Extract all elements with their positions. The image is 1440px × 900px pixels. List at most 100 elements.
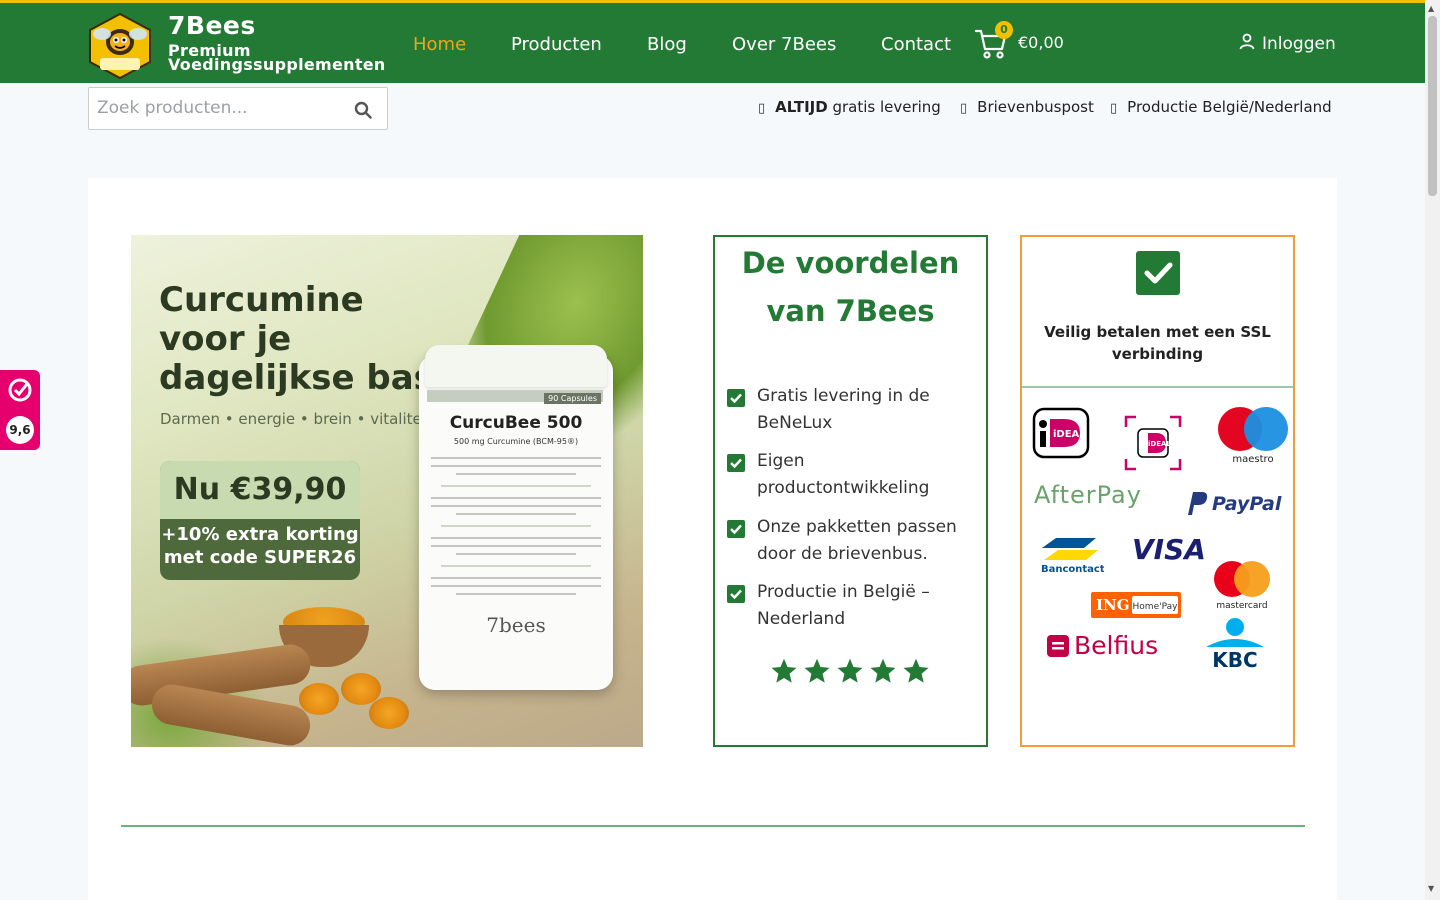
- usp-placeholder-icon: ▯: [960, 101, 968, 116]
- section-divider: [121, 825, 1305, 827]
- ing-text: ING: [1096, 596, 1130, 614]
- usp-free-delivery: ▯ ALTIJD gratis levering: [758, 98, 941, 116]
- product-bottle: 90 Capsules CurcuBee 500 500 mg Curcumin…: [419, 345, 613, 690]
- ideal-qr-text: iDEAL: [1148, 440, 1171, 448]
- nav-over-7bees[interactable]: Over 7Bees: [732, 34, 836, 55]
- promo-discount-line-1: +10% extra korting: [161, 524, 359, 545]
- mastercard-text: mastercard: [1216, 601, 1267, 611]
- nav-home[interactable]: Home: [413, 34, 466, 55]
- brand-tagline: Premium Voedingssupplementen: [168, 43, 386, 74]
- login-link[interactable]: Inloggen: [1238, 32, 1336, 55]
- scrollbar-thumb[interactable]: [1428, 16, 1437, 196]
- page-scrollbar[interactable]: ▲ ▼: [1425, 0, 1440, 900]
- rating-stars: [770, 657, 930, 689]
- usp-free-delivery-bold: ALTIJD: [775, 98, 828, 116]
- bottle-text-line: [456, 473, 576, 475]
- bottle-text-line: [456, 593, 576, 595]
- promo-banner[interactable]: Curcumine voor je dagelijkse basis Darme…: [131, 235, 643, 747]
- promo-price: Nu €39,90: [160, 461, 360, 519]
- scroll-up-icon[interactable]: ▲: [1428, 4, 1434, 13]
- checkbox-check-icon: [727, 520, 745, 538]
- bottle-text-line: [431, 537, 601, 539]
- usp-placeholder-icon: ▯: [758, 101, 766, 116]
- secure-check-icon: [1136, 251, 1180, 295]
- usp-placeholder-icon: ▯: [1110, 101, 1118, 116]
- afterpay-logo: AfterPay: [1034, 481, 1142, 509]
- ideal-logo-icon: iDEAL: [1032, 407, 1090, 463]
- bottle-text-line: [431, 497, 601, 499]
- nav-blog[interactable]: Blog: [647, 34, 687, 55]
- visa-logo: VISA: [1132, 533, 1206, 566]
- paypal-text: PayPal: [1212, 493, 1282, 515]
- usp-letterbox: ▯ Brievenbuspost: [960, 98, 1094, 116]
- promo-discount: +10% extra korting met code SUPER26: [160, 523, 360, 569]
- checkbox-check-icon: [727, 585, 745, 603]
- review-badge[interactable]: 9,6: [0, 370, 40, 450]
- bottle-text-line: [431, 577, 601, 579]
- payments-divider: [1022, 386, 1293, 388]
- belfius-icon: [1047, 634, 1069, 657]
- brand-name[interactable]: 7Bees: [168, 11, 256, 40]
- star-icon: [836, 657, 864, 689]
- nav-producten[interactable]: Producten: [511, 34, 602, 55]
- kbc-text: KBC: [1212, 648, 1257, 669]
- bottle-text-line: [431, 457, 601, 459]
- usp-letterbox-text: Brievenbuspost: [977, 98, 1094, 116]
- benefit-text: Eigen productontwikkeling: [757, 451, 930, 498]
- promo-price-box: Nu €39,90 +10% extra korting met code SU…: [160, 461, 360, 580]
- star-icon: [902, 657, 930, 689]
- promo-discount-line-2: met code SUPER26: [163, 547, 357, 568]
- bottle-text-line: [456, 553, 576, 555]
- user-icon: [1238, 32, 1256, 55]
- nav-contact[interactable]: Contact: [881, 34, 951, 55]
- kiyoh-review-icon: [6, 376, 34, 404]
- bottle-text-line: [431, 505, 601, 507]
- star-icon: [869, 657, 897, 689]
- review-score: 9,6: [6, 416, 34, 444]
- bottle-divider: [441, 525, 591, 527]
- maestro-text: maestro: [1232, 454, 1273, 465]
- ideal-text: iDEAL: [1053, 429, 1086, 440]
- bancontact-logo-icon: Bancontact: [1038, 534, 1105, 578]
- scroll-down-icon[interactable]: ▼: [1428, 884, 1434, 893]
- star-icon: [770, 657, 798, 689]
- bottle-text-line: [431, 465, 601, 467]
- top-header: 7Bees Premium Voedingssupplementen Home …: [0, 0, 1425, 83]
- bancontact-text: Bancontact: [1041, 564, 1104, 574]
- checkbox-check-icon: [727, 389, 745, 407]
- benefit-text: Gratis levering in de BeNeLux: [757, 386, 930, 433]
- turmeric-slice: [299, 683, 339, 715]
- bottle-cap: [425, 345, 607, 387]
- bottle-text-line: [431, 545, 601, 547]
- usp-production: ▯ Productie België/Nederland: [1110, 98, 1332, 116]
- star-icon: [803, 657, 831, 689]
- search-icon[interactable]: [354, 101, 372, 119]
- bottle-brand-logo: 7bees: [486, 613, 546, 637]
- benefit-text: Onze pakketten passen door de brievenbus…: [757, 517, 957, 564]
- cart-count-badge: 0: [995, 21, 1013, 39]
- bottle-product-dose: 500 mg Curcumine (BCM-95®): [453, 437, 579, 446]
- cart-total[interactable]: €0,00: [1018, 33, 1064, 52]
- checkbox-check-icon: [727, 454, 745, 472]
- turmeric-slice: [369, 697, 409, 729]
- ideal-qr-logo-icon: iDEAL: [1124, 415, 1182, 475]
- login-label: Inloggen: [1262, 33, 1336, 54]
- bottle-capsule-count: 90 Capsules: [544, 393, 601, 404]
- bottle-product-name: CurcuBee 500: [449, 413, 583, 433]
- promo-headline-line-1: Curcumine: [159, 280, 364, 320]
- ing-homepay-logo-icon: ING Home'Pay: [1090, 591, 1182, 623]
- promo-subline: Darmen • energie • brein • vitaliteit: [160, 410, 432, 428]
- maestro-logo-icon: maestro: [1214, 405, 1292, 469]
- benefits-box: De voordelen van 7Bees Gratis levering i…: [713, 235, 988, 747]
- search-box: [88, 87, 388, 130]
- payments-box: Veilig betalen met een SSL verbinding iD…: [1020, 235, 1295, 747]
- search-input[interactable]: [97, 98, 337, 118]
- bottle-divider: [441, 565, 591, 567]
- kbc-logo-icon: KBC: [1202, 617, 1268, 673]
- bottle-text-line: [431, 585, 601, 587]
- bee-logo-icon[interactable]: [86, 12, 154, 80]
- usp-production-text: Productie België/Nederland: [1127, 98, 1332, 116]
- brand-tagline-line-2: Voedingssupplementen: [168, 55, 386, 74]
- bottle-divider: [441, 485, 591, 487]
- paypal-logo-icon: PayPal: [1184, 489, 1288, 523]
